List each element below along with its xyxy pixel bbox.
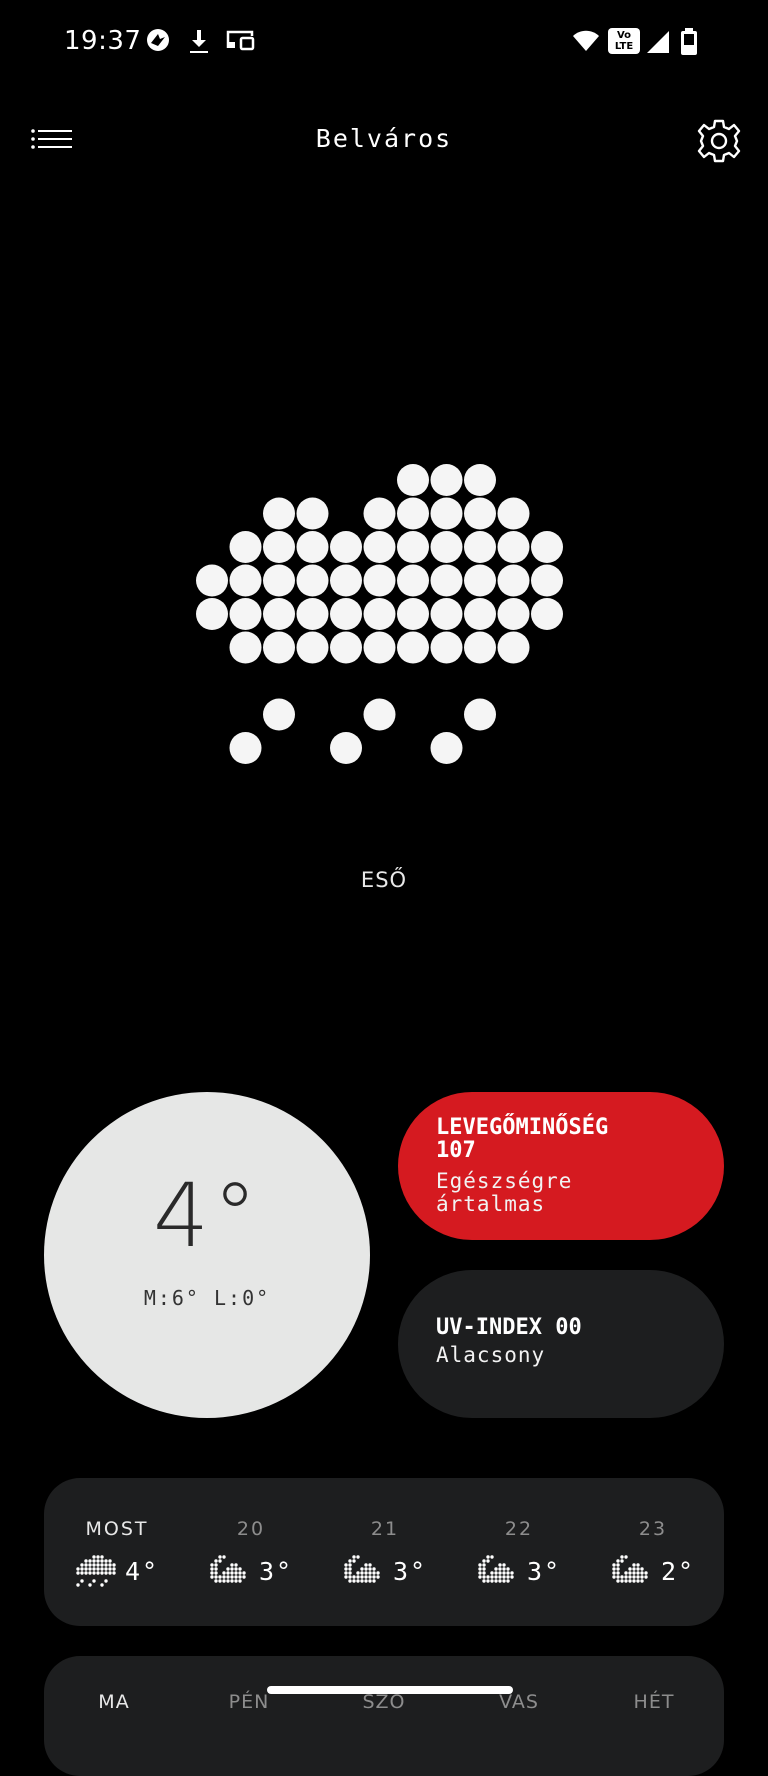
home-indicator[interactable]	[267, 1686, 513, 1694]
air-quality-value: 107	[436, 1138, 476, 1163]
air-quality-status-line1: Egészségre	[436, 1169, 573, 1193]
volte-label-top: Vo	[616, 30, 632, 41]
hourly-item[interactable]: 20 3°	[184, 1478, 318, 1626]
condition-label: ESŐ	[360, 868, 408, 892]
moon-cloud-icon	[210, 1555, 246, 1583]
uv-index-card[interactable]: UV-INDEX 00 Alacsony	[398, 1270, 724, 1418]
volte-label-bottom: LTE	[614, 41, 634, 52]
rain-icon	[76, 1555, 116, 1587]
hour-temperature: 3°	[258, 1556, 294, 1586]
hour-label: 20	[236, 1518, 266, 1540]
hour-label: MOST	[85, 1518, 149, 1540]
moon-cloud-icon	[612, 1555, 648, 1583]
status-time: 19:37	[64, 26, 142, 56]
hourly-item[interactable]: 21 3°	[318, 1478, 452, 1626]
high-low-temperature: M:6° L:0°	[143, 1286, 271, 1310]
hourly-item[interactable]: 22 3°	[452, 1478, 586, 1626]
hour-label: 22	[504, 1518, 534, 1540]
hour-temperature: 3°	[526, 1556, 562, 1586]
air-quality-card[interactable]: LEVEGŐMINŐSÉG 107 Egészségre ártalmas	[398, 1092, 724, 1240]
moon-cloud-icon	[478, 1555, 514, 1583]
current-temperature: 4°	[153, 1164, 261, 1267]
hourly-item[interactable]: 23 2°	[586, 1478, 720, 1626]
hour-temperature: 3°	[392, 1556, 428, 1586]
signal-icon	[647, 31, 669, 53]
air-quality-status-line2: ártalmas	[436, 1192, 546, 1216]
battery-icon	[681, 28, 697, 55]
uv-index-status: Alacsony	[436, 1343, 546, 1367]
air-quality-title: LEVEGŐMINŐSÉG	[436, 1115, 609, 1140]
hour-temperature: 2°	[660, 1556, 696, 1586]
hour-label: 23	[638, 1518, 668, 1540]
hourly-forecast[interactable]: MOST 4° 20 3° 21 3° 22 3° 23 2°	[44, 1478, 724, 1626]
location-title[interactable]: Belváros	[0, 124, 768, 153]
uv-index-title: UV-INDEX 00	[436, 1315, 582, 1340]
download-icon	[190, 30, 208, 53]
wifi-icon	[573, 30, 599, 51]
volte-icon: Vo LTE	[608, 28, 640, 54]
hourly-item[interactable]: MOST 4°	[50, 1478, 184, 1626]
hour-temperature: 4°	[124, 1556, 160, 1586]
moon-cloud-icon	[344, 1555, 380, 1583]
app-notification-icon	[147, 29, 169, 51]
daily-forecast[interactable]: MA PÉN SZO VAS HÉT	[44, 1656, 724, 1776]
hour-label: 21	[370, 1518, 400, 1540]
temperature-card[interactable]: 4° M:6° L:0°	[44, 1092, 370, 1418]
settings-gear-icon[interactable]	[696, 118, 742, 164]
rain-cloud-icon	[196, 464, 563, 764]
cast-icon	[226, 30, 255, 51]
